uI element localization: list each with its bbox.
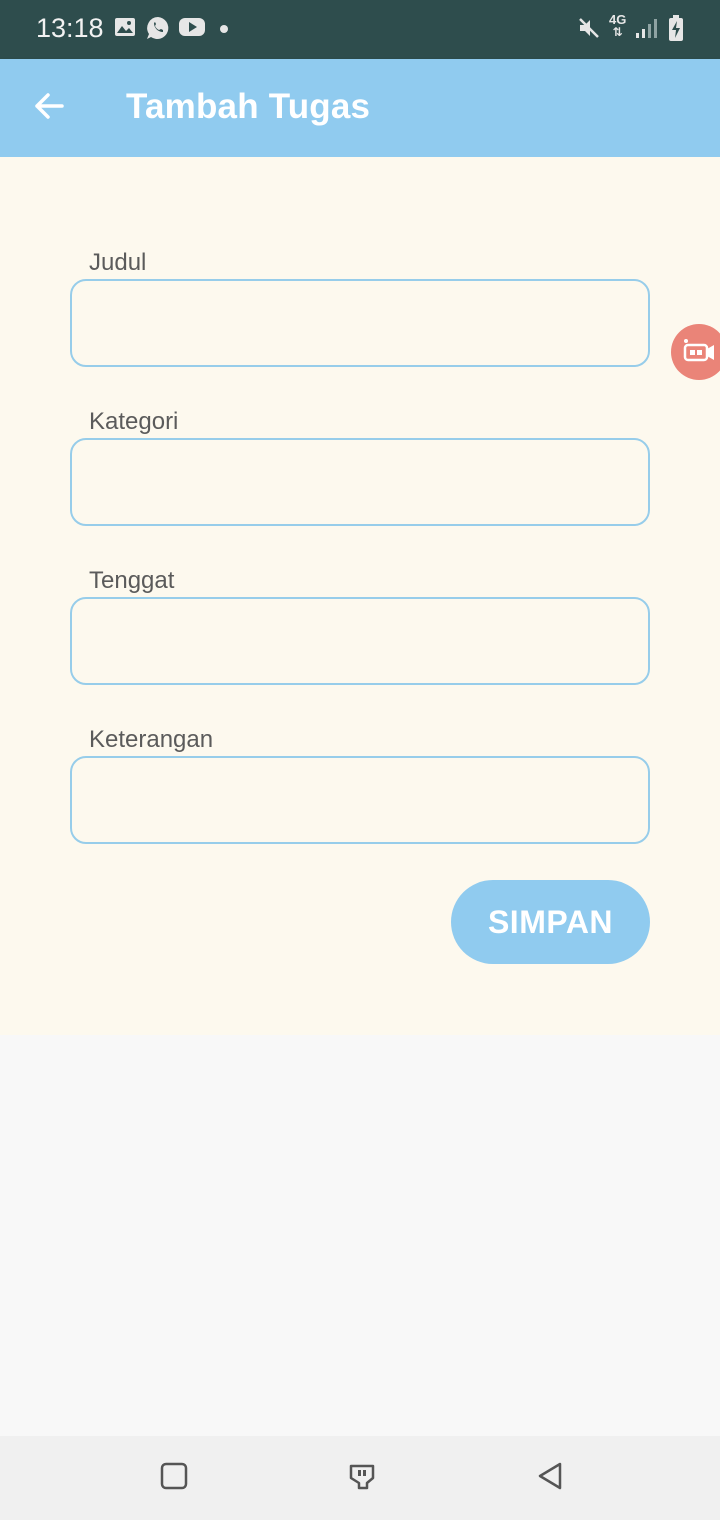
save-button[interactable]: SIMPAN: [451, 880, 650, 964]
battery-charging-icon: [668, 14, 684, 47]
status-time: 13:18: [36, 13, 104, 43]
status-bar: 13:18 4G ⇅: [0, 0, 720, 59]
whatsapp-icon: [146, 16, 170, 45]
back-nav-button[interactable]: [530, 1458, 570, 1498]
screen-record-icon: [682, 337, 716, 368]
back-triangle-icon: [536, 1461, 564, 1496]
mute-icon: [577, 16, 601, 45]
tenggat-input[interactable]: [70, 597, 650, 685]
home-icon: [347, 1461, 377, 1496]
judul-label: Judul: [89, 249, 147, 276]
app-bar: Tambah Tugas: [0, 59, 720, 157]
page-title: Tambah Tugas: [126, 87, 371, 126]
recent-apps-icon: [160, 1462, 188, 1495]
kategori-label: Kategori: [89, 408, 179, 435]
youtube-icon: [178, 16, 206, 43]
arrow-left-icon: [34, 92, 64, 124]
notification-dot: [220, 25, 228, 33]
gallery-icon: [114, 16, 136, 43]
keterangan-input[interactable]: [70, 756, 650, 844]
screen-record-button[interactable]: [671, 324, 720, 380]
tenggat-label: Tenggat: [89, 567, 175, 594]
navigation-bar: [0, 1436, 720, 1520]
judul-input[interactable]: [70, 279, 650, 367]
4g-signal-icon: 4G ⇅: [609, 12, 627, 39]
recent-apps-button[interactable]: [154, 1458, 194, 1498]
home-button[interactable]: [342, 1458, 382, 1498]
kategori-input[interactable]: [70, 438, 650, 526]
keterangan-label: Keterangan: [89, 726, 214, 753]
back-button[interactable]: [20, 79, 78, 137]
signal-bars-icon: [634, 16, 658, 45]
